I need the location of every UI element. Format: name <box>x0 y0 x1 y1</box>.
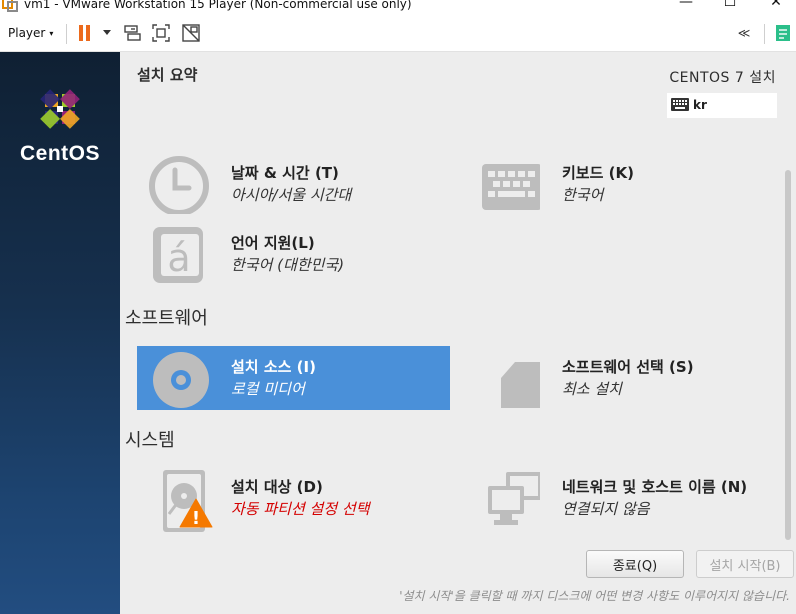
installation-summary-panel: 설치 요약 CENTOS 7 설치 kr 날짜 & 시간 (T) 아시아/서울 … <box>120 52 796 614</box>
power-dropdown-button[interactable] <box>100 14 114 52</box>
close-button[interactable]: ✕ <box>756 0 796 14</box>
unity-icon <box>182 24 200 42</box>
warning-icon: ! <box>179 498 213 528</box>
spoke-status: 자동 파티션 설정 선택 <box>231 500 370 518</box>
collapse-icon: ≪ <box>737 26 751 40</box>
spoke-title: 소프트웨어 선택 (S) <box>562 358 694 376</box>
minimize-button[interactable]: — <box>666 0 706 14</box>
anaconda-sidebar: CentOS <box>0 52 120 614</box>
section-system-heading: 시스템 <box>125 430 175 451</box>
svg-text:á: á <box>167 236 190 280</box>
keyboard-icon <box>671 98 689 111</box>
spoke-status: 최소 설치 <box>562 380 622 398</box>
title-bar: vm1 - VMware Workstation 15 Player (Non-… <box>0 0 796 14</box>
scrollbar-thumb[interactable] <box>785 170 791 540</box>
dropdown-icon <box>103 30 111 35</box>
product-title: CENTOS 7 설치 <box>669 70 776 86</box>
spoke-title: 설치 소스 (I) <box>231 358 316 376</box>
unity-button[interactable] <box>180 14 202 52</box>
spoke-status: 연결되지 않음 <box>562 500 650 518</box>
section-software-heading: 소프트웨어 <box>125 308 208 329</box>
language-icon: á <box>153 227 203 283</box>
toolbar: Player ▾ ≪ <box>0 14 796 52</box>
keyboard-layout-label: kr <box>693 98 707 112</box>
maximize-button[interactable]: ☐ <box>710 0 750 14</box>
pause-button[interactable] <box>76 14 94 52</box>
send-ctrl-alt-del-button[interactable] <box>121 14 143 52</box>
spoke-language-support[interactable]: á 언어 지원(L) 한국어 (대한민국) <box>137 222 450 286</box>
spoke-title: 언어 지원(L) <box>231 234 315 252</box>
spoke-keyboard[interactable]: 키보드 (K) 한국어 <box>468 152 781 216</box>
vmware-app-icon <box>2 0 18 12</box>
begin-installation-button[interactable]: 설치 시작(B) <box>696 550 794 578</box>
spoke-status: 한국어 (대한민국) <box>231 256 345 274</box>
toolbar-divider <box>66 24 67 44</box>
package-icon <box>501 362 540 408</box>
notes-button[interactable] <box>772 14 794 52</box>
fullscreen-icon <box>152 24 170 42</box>
disc-icon <box>153 352 209 408</box>
quit-button[interactable]: 종료(Q) <box>586 550 684 578</box>
spoke-title: 키보드 (K) <box>562 164 634 182</box>
notes-icon <box>776 25 790 41</box>
spoke-date-time[interactable]: 날짜 & 시간 (T) 아시아/서울 시간대 <box>137 152 450 216</box>
keyboard-icon <box>482 164 540 210</box>
spoke-title: 네트워크 및 호스트 이름 (N) <box>562 478 748 496</box>
footer-note: '설치 시작'을 클릭할 때 까지 디스크에 어떤 변경 사항도 이루어지지 않… <box>399 589 790 603</box>
vmware-player-window: vm1 - VMware Workstation 15 Player (Non-… <box>0 0 796 614</box>
spoke-software-selection[interactable]: 소프트웨어 선택 (S) 최소 설치 <box>468 346 781 410</box>
spoke-title: 날짜 & 시간 (T) <box>231 164 339 182</box>
svg-text:!: ! <box>192 508 200 528</box>
keyboard-layout-indicator[interactable]: kr <box>667 93 777 118</box>
collapse-library-button[interactable]: ≪ <box>733 14 755 52</box>
centos-logo-icon <box>40 89 80 129</box>
fullscreen-button[interactable] <box>150 14 172 52</box>
spoke-status: 아시아/서울 시간대 <box>231 186 352 204</box>
spoke-status: 로컬 미디어 <box>231 380 305 398</box>
chevron-down-icon: ▾ <box>49 28 54 38</box>
network-icon <box>488 472 540 525</box>
page-title: 설치 요약 <box>137 66 198 84</box>
clock-icon <box>149 156 209 214</box>
spoke-installation-source[interactable]: 설치 소스 (I) 로컬 미디어 <box>137 346 450 410</box>
player-menu-button[interactable]: Player ▾ <box>8 14 53 52</box>
centos-brand-text: CentOS <box>19 142 100 165</box>
toolbar-divider <box>764 24 765 44</box>
pause-icon <box>79 25 90 41</box>
player-menu-label: Player <box>8 26 46 40</box>
window-title: vm1 - VMware Workstation 15 Player (Non-… <box>24 0 412 11</box>
spoke-title: 설치 대상 (D) <box>231 478 323 496</box>
send-keys-icon <box>124 25 141 41</box>
spoke-network-hostname[interactable]: 네트워크 및 호스트 이름 (N) 연결되지 않음 <box>468 466 781 530</box>
spoke-status: 한국어 <box>562 186 604 204</box>
spoke-installation-destination[interactable]: ! 설치 대상 (D) 자동 파티션 설정 선택 <box>137 466 450 532</box>
